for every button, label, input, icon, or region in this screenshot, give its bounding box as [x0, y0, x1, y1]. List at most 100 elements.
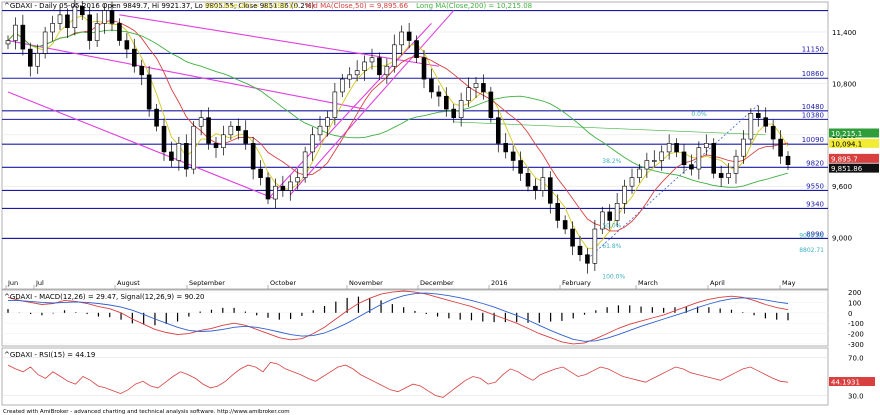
- candle: [414, 40, 419, 58]
- candle: [592, 228, 598, 264]
- candle: [540, 177, 546, 191]
- candle: [154, 108, 159, 127]
- candle: [503, 143, 509, 153]
- candle: [50, 23, 55, 33]
- candle: [295, 177, 301, 183]
- price-tag-label: 9,895.7: [831, 155, 858, 163]
- y-tick-label: 200: [848, 289, 861, 297]
- candle: [146, 74, 152, 110]
- candle: [696, 147, 702, 170]
- candle: [273, 185, 278, 200]
- candle: [384, 65, 390, 76]
- candle: [726, 173, 731, 178]
- candle: [42, 31, 48, 54]
- candle: [169, 151, 174, 161]
- level-label: 10860: [802, 70, 824, 78]
- y-tick-label: 9,600: [832, 183, 852, 191]
- candle: [718, 173, 724, 178]
- y-tick-label: 30.0: [848, 393, 864, 401]
- level-label: 9820: [806, 159, 824, 167]
- candle: [681, 151, 687, 166]
- candle: [228, 125, 234, 136]
- x-label: October: [270, 279, 296, 287]
- candle: [94, 23, 100, 41]
- candle: [644, 160, 650, 170]
- candle: [755, 113, 761, 118]
- candle: [510, 151, 516, 161]
- x-label: February: [562, 279, 591, 287]
- candle: [5, 40, 11, 45]
- y-tick-label: -100: [848, 320, 864, 328]
- macd-title: ^GDAXI - MACD(12,26) = 29.47, Signal(12,…: [4, 293, 205, 301]
- candle: [607, 211, 613, 221]
- fib-price-label: 8802.71: [799, 247, 824, 254]
- price-tag-label: 9,851.86: [831, 165, 863, 173]
- chart: 1115010860104801038010090982095509340899…: [1, 0, 879, 415]
- candle: [473, 83, 479, 88]
- candle: [250, 143, 256, 170]
- candle: [27, 48, 33, 67]
- candle: [139, 65, 145, 76]
- candle: [124, 40, 130, 50]
- candle: [703, 143, 709, 148]
- candle: [235, 125, 241, 131]
- candle: [13, 24, 18, 41]
- fib-label: 38.2%: [602, 158, 621, 165]
- candle: [659, 151, 665, 161]
- fib-label: 100.0%: [602, 274, 625, 281]
- candle: [525, 173, 531, 187]
- candle: [518, 160, 523, 174]
- candle: [65, 14, 70, 29]
- candle: [622, 185, 627, 204]
- x-label: November: [349, 279, 383, 287]
- candle: [488, 91, 494, 118]
- candle: [354, 70, 360, 76]
- candle: [451, 108, 457, 118]
- candle: [391, 44, 397, 67]
- level-label: 10480: [802, 103, 824, 111]
- candle: [421, 57, 427, 80]
- legend-entry: Mid MA(Close,50) = 9,895.66: [305, 2, 408, 10]
- candle: [183, 143, 189, 170]
- candle: [377, 57, 382, 76]
- candle: [443, 95, 449, 110]
- macd-axis: 200 100 0 -100 -200 -300: [848, 289, 864, 349]
- y-tick-label: 100: [848, 299, 861, 307]
- level-label: 11150: [802, 45, 824, 53]
- fib-label: 0.0%: [691, 111, 707, 118]
- candle: [131, 48, 137, 67]
- price-tag-label: 10,215.1: [831, 130, 862, 138]
- candle: [287, 181, 293, 191]
- x-label: August: [117, 279, 140, 287]
- candle: [102, 10, 107, 24]
- candle: [651, 160, 657, 162]
- candle: [741, 138, 746, 157]
- x-label: March: [638, 279, 658, 287]
- level-label: 10090: [802, 136, 824, 144]
- candle: [614, 203, 620, 221]
- candle: [198, 117, 204, 127]
- candle: [243, 130, 249, 144]
- y-tick-label: -300: [848, 341, 864, 349]
- candle: [347, 74, 353, 80]
- candle: [35, 53, 41, 67]
- rsi-title: ^GDAXI - RSI(15) = 44.19: [4, 351, 95, 359]
- candle: [265, 177, 271, 200]
- footer-credit: Created with AmiBroker - advanced charti…: [3, 409, 290, 415]
- candle: [533, 185, 538, 191]
- y-tick-label: 0: [848, 310, 852, 318]
- candle: [213, 143, 219, 148]
- candle: [585, 254, 590, 264]
- candle: [280, 185, 286, 191]
- x-label: Jun: [7, 279, 18, 287]
- x-label: April: [710, 279, 725, 287]
- candle: [206, 117, 211, 144]
- candle: [302, 151, 308, 178]
- candle: [711, 143, 717, 174]
- fib-label: 61.8%: [602, 243, 621, 250]
- candle: [763, 117, 769, 127]
- legend-entry: MA(Close,20) = 10,094.12: [205, 2, 297, 10]
- candle: [674, 143, 679, 153]
- candle: [87, 14, 93, 41]
- candle: [109, 10, 115, 24]
